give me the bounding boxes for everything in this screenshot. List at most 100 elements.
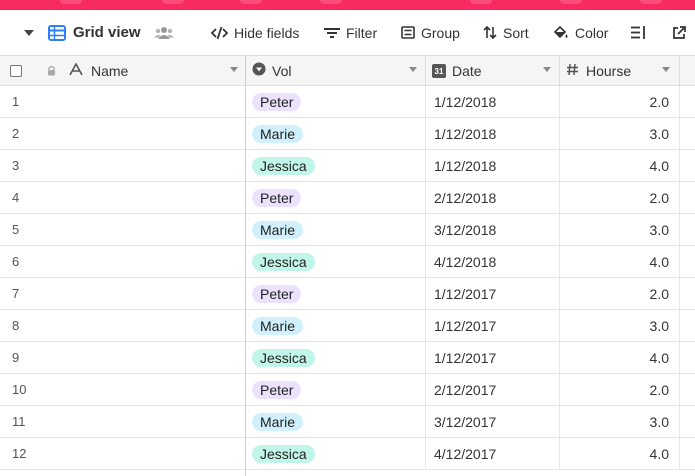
table-row[interactable]: 3 Jessica 1/12/2018 4.0	[0, 150, 695, 182]
column-header-date[interactable]: 31 Date	[432, 56, 559, 85]
vol-pill: Marie	[252, 412, 304, 431]
name-cell[interactable]	[69, 342, 245, 373]
vol-cell[interactable]: Peter	[252, 278, 425, 309]
vol-cell[interactable]: Peter	[252, 86, 425, 117]
hourse-cell[interactable]: 2.0	[560, 374, 679, 405]
hourse-cell[interactable]: 2.0	[560, 182, 679, 213]
hourse-cell[interactable]: 3.0	[560, 214, 679, 245]
date-cell[interactable]: 1/12/2018	[426, 150, 559, 181]
date-cell-value: 3/12/2017	[434, 413, 497, 430]
paint-bucket-icon	[553, 25, 569, 40]
vol-cell[interactable]: Marie	[252, 406, 425, 437]
date-cell[interactable]: 1/12/2017	[426, 278, 559, 309]
vol-cell[interactable]: Jessica	[252, 246, 425, 277]
table-row[interactable]: 11 Marie 3/12/2017 3.0	[0, 406, 695, 438]
primary-field-lock	[47, 56, 56, 85]
vol-cell[interactable]: Peter	[252, 182, 425, 213]
share-link-button[interactable]	[672, 10, 686, 55]
row-number: 8	[12, 318, 20, 333]
row-number: 9	[12, 350, 20, 365]
date-cell[interactable]: 4/12/2018	[426, 246, 559, 277]
date-cell-value: 4/12/2017	[434, 445, 497, 462]
hourse-cell[interactable]: 3.0	[560, 310, 679, 341]
single-select-icon	[252, 62, 266, 79]
hourse-cell[interactable]: 4.0	[560, 438, 679, 469]
vol-cell[interactable]: Peter	[252, 374, 425, 405]
hourse-cell-value: 3.0	[649, 413, 669, 430]
hourse-cell[interactable]: 2.0	[560, 86, 679, 117]
date-cell[interactable]: 1/12/2018	[426, 86, 559, 117]
color-label: Color	[575, 24, 609, 41]
vol-cell[interactable]: Marie	[252, 310, 425, 341]
hourse-cell-value: 2.0	[649, 189, 669, 206]
name-cell[interactable]	[69, 278, 245, 309]
grid-body: 1 Peter 1/12/2018 2.0 2 Marie 1/12/2018 3.0 3 Jes…	[0, 86, 695, 470]
table-row[interactable]: 5 Marie 3/12/2018 3.0	[0, 214, 695, 246]
hourse-cell[interactable]: 4.0	[560, 246, 679, 277]
vol-cell[interactable]: Jessica	[252, 150, 425, 181]
row-number: 6	[12, 254, 20, 269]
grid-view-icon	[48, 24, 66, 41]
name-cell[interactable]	[69, 86, 245, 117]
external-link-icon	[672, 25, 686, 40]
name-cell[interactable]	[69, 374, 245, 405]
name-cell[interactable]	[69, 406, 245, 437]
name-cell[interactable]	[69, 246, 245, 277]
column-menu-caret-icon[interactable]	[662, 67, 670, 72]
group-button[interactable]: Group	[401, 10, 460, 55]
vol-cell[interactable]: Marie	[252, 214, 425, 245]
hourse-cell[interactable]: 3.0	[560, 406, 679, 437]
name-cell[interactable]	[69, 150, 245, 181]
hourse-cell[interactable]: 4.0	[560, 342, 679, 373]
view-switcher[interactable]: Grid view	[48, 10, 141, 55]
row-height-button[interactable]	[631, 10, 646, 55]
hourse-cell-value: 4.0	[649, 445, 669, 462]
table-row[interactable]: 2 Marie 1/12/2018 3.0	[0, 118, 695, 150]
name-cell[interactable]	[69, 118, 245, 149]
column-menu-caret-icon[interactable]	[543, 67, 551, 72]
cell-divider	[679, 374, 680, 405]
date-cell[interactable]: 1/12/2018	[426, 118, 559, 149]
view-menu-toggle[interactable]	[24, 10, 34, 55]
date-cell[interactable]: 3/12/2018	[426, 214, 559, 245]
select-all-checkbox[interactable]	[10, 56, 24, 85]
column-header-name[interactable]: Name	[69, 56, 245, 85]
table-row[interactable]: 1 Peter 1/12/2018 2.0	[0, 86, 695, 118]
vol-cell[interactable]: Jessica	[252, 342, 425, 373]
hourse-cell[interactable]: 3.0	[560, 118, 679, 149]
hourse-cell[interactable]: 2.0	[560, 278, 679, 309]
table-row[interactable]: 8 Marie 1/12/2017 3.0	[0, 310, 695, 342]
table-row[interactable]: 12 Jessica 4/12/2017 4.0	[0, 438, 695, 470]
column-divider	[559, 56, 560, 85]
date-cell[interactable]: 1/12/2017	[426, 310, 559, 341]
column-menu-caret-icon[interactable]	[409, 67, 417, 72]
vol-cell[interactable]: Marie	[252, 118, 425, 149]
table-row[interactable]: 6 Jessica 4/12/2018 4.0	[0, 246, 695, 278]
date-cell[interactable]: 2/12/2017	[426, 374, 559, 405]
table-row[interactable]: 4 Peter 2/12/2018 2.0	[0, 182, 695, 214]
share-view-button[interactable]	[154, 10, 174, 55]
table-row[interactable]: 7 Peter 1/12/2017 2.0	[0, 278, 695, 310]
table-row[interactable]: 10 Peter 2/12/2017 2.0	[0, 374, 695, 406]
sort-button[interactable]: Sort	[483, 10, 529, 55]
name-cell[interactable]	[69, 182, 245, 213]
vol-cell[interactable]: Jessica	[252, 438, 425, 469]
filter-button[interactable]: Filter	[324, 10, 377, 55]
cell-divider	[679, 438, 680, 469]
column-divider	[679, 56, 680, 85]
hide-fields-button[interactable]: Hide fields	[211, 10, 299, 55]
color-button[interactable]: Color	[553, 10, 608, 55]
table-row[interactable]: 9 Jessica 1/12/2017 4.0	[0, 342, 695, 374]
hourse-cell[interactable]: 4.0	[560, 150, 679, 181]
date-cell[interactable]: 4/12/2017	[426, 438, 559, 469]
date-cell[interactable]: 2/12/2018	[426, 182, 559, 213]
name-cell[interactable]	[69, 310, 245, 341]
column-menu-caret-icon[interactable]	[230, 67, 238, 72]
name-cell[interactable]	[69, 214, 245, 245]
date-cell[interactable]: 1/12/2017	[426, 342, 559, 373]
name-cell[interactable]	[69, 438, 245, 469]
column-header-hourse[interactable]: Hourse	[566, 56, 679, 85]
date-cell[interactable]: 3/12/2017	[426, 406, 559, 437]
column-header-vol[interactable]: Vol	[252, 56, 425, 85]
row-number: 2	[12, 126, 20, 141]
